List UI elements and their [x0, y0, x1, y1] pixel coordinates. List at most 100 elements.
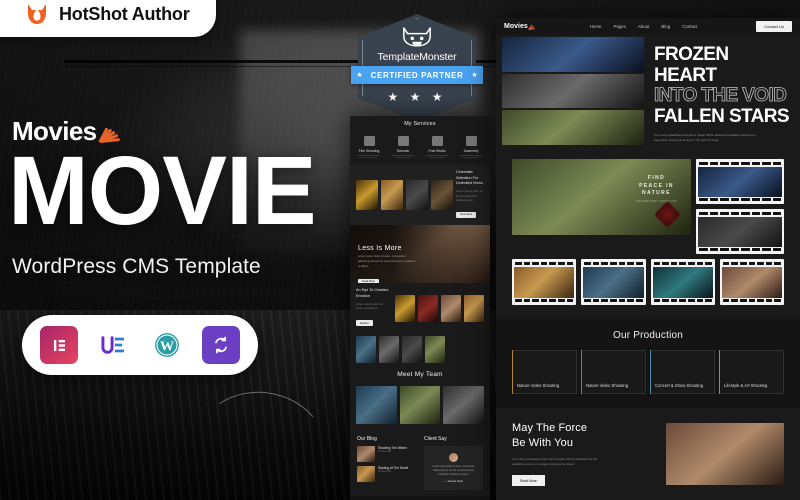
mid-testimonial-heading: Client Say	[424, 436, 483, 442]
contact-us-button[interactable]: Contact Us	[756, 21, 792, 32]
navbar-brand-text: Movies	[504, 23, 528, 30]
film-strip[interactable]	[512, 259, 576, 305]
movie-poster[interactable]	[464, 295, 484, 322]
movie-poster[interactable]	[402, 336, 422, 363]
film-strip[interactable]	[696, 159, 784, 204]
mid-poster-side-text: Cinematic Selection For Unlimited Views …	[456, 170, 484, 220]
mid-service-item[interactable]: Film Shooting	[356, 136, 382, 159]
movie-poster[interactable]	[418, 295, 438, 322]
side-title: Cinematic Selection For Unlimited Views	[456, 170, 484, 187]
production-card[interactable]: Nature Video Shooting	[581, 350, 646, 394]
camera-icon	[364, 136, 375, 146]
mid-service-item[interactable]: Retouch	[390, 136, 416, 159]
production-card-label: Nature Video Shooting	[517, 383, 559, 389]
hero-image	[502, 37, 644, 72]
production-card-label: Nature Video Shooting	[586, 383, 628, 389]
production-card[interactable]: Concert & Show Shooting	[650, 350, 715, 394]
badge-stars: ★ ★ ★	[358, 90, 476, 104]
film-frame	[583, 267, 643, 298]
testimonial-card: Lorem ipsum dolor sit amet, consectetur …	[424, 446, 483, 490]
mid-blog-testimonial: Our Blog Shooting The Winter 25 May 2021…	[350, 430, 490, 496]
card-accent	[650, 350, 651, 394]
team-member-photo[interactable]	[356, 386, 397, 424]
mid-service-item[interactable]: Post Studio	[424, 136, 450, 159]
mockup-middle-page: My Services Film Shooting Retouch Post S…	[350, 116, 490, 500]
hero-line-2: INTO THE VOID	[654, 86, 794, 107]
navbar-brand[interactable]: Movies	[504, 23, 536, 30]
movie-poster[interactable]	[381, 180, 403, 210]
feature-line-2: PEACE IN	[636, 183, 677, 191]
nav-item-home[interactable]: Home	[590, 24, 602, 29]
movie-poster[interactable]	[406, 180, 428, 210]
mid-poster-row-1: Cinematic Selection For Unlimited Views …	[350, 165, 490, 225]
hotshot-author-badge: HotShot Author	[0, 0, 216, 37]
divider	[395, 157, 411, 158]
team-member-photo[interactable]	[443, 386, 484, 424]
production-card[interactable]: Nature Video Shooting	[512, 350, 577, 394]
nav-item-pages[interactable]: Pages	[613, 24, 625, 29]
banner-content: Less Is More Lorem ipsum dolor sit amet,…	[358, 245, 416, 283]
banner-button[interactable]: Read More	[358, 279, 379, 284]
film-strip[interactable]	[720, 259, 784, 305]
seal-badge-icon	[654, 201, 681, 228]
nav-item-contact[interactable]: Contact	[682, 24, 697, 29]
gallery-feature-image[interactable]: FIND PEACE IN NATURE DOCUMENTARY SHORT F…	[512, 159, 691, 235]
mid-poster-side-text: An Eye To Creative Emotion Lorem ipsum d…	[356, 288, 392, 328]
mid-services-section: My Services	[350, 116, 490, 132]
force-image	[666, 423, 784, 485]
banner-desc: Lorem ipsum dolor sit amet, consectetur …	[358, 255, 416, 269]
blog-list-item[interactable]: Shooting The Winter 25 May 2021	[357, 446, 416, 462]
movie-poster[interactable]	[356, 336, 376, 363]
promo-title: MOVIE	[8, 144, 316, 237]
sprocket-holes	[583, 262, 643, 265]
divider	[463, 157, 479, 158]
view-more-button[interactable]: View More	[456, 212, 476, 218]
force-read-more-button[interactable]: Read More	[512, 475, 545, 486]
blog-list-item[interactable]: Starting At The World 18 May 2021	[357, 466, 416, 482]
hero-line-1: FROZEN HEART	[654, 45, 794, 86]
jetelements-icon	[94, 326, 132, 364]
side-title: An Eye To Creative Emotion	[356, 288, 389, 299]
film-frame	[722, 267, 782, 298]
mid-service-item[interactable]: Assembly	[458, 136, 484, 159]
movie-poster[interactable]	[441, 295, 461, 322]
nav-item-blog[interactable]: Blog	[661, 24, 670, 29]
hero-section: FROZEN HEART INTO THE VOID FALLEN STARS …	[496, 35, 800, 147]
production-heading: Our Production	[512, 330, 784, 341]
hero-image-stack	[496, 35, 644, 147]
mid-team-row	[350, 383, 490, 430]
explore-button[interactable]: Explore	[356, 320, 373, 326]
movie-poster[interactable]	[431, 180, 453, 210]
hero-description: It is a long established fact that a rea…	[654, 133, 762, 143]
movie-poster[interactable]	[356, 180, 378, 210]
force-title: May The Force Be With You	[512, 421, 654, 451]
team-member-photo[interactable]	[400, 386, 441, 424]
movie-poster[interactable]	[425, 336, 445, 363]
hero-image	[502, 74, 644, 109]
mid-team-section: Meet My Team	[350, 368, 490, 383]
film-strip[interactable]	[696, 209, 784, 254]
clapper-icon	[398, 136, 409, 146]
nav-item-about[interactable]: About	[638, 24, 649, 29]
feature-line-1: FIND	[636, 175, 677, 183]
force-line-1: May The Force	[512, 422, 587, 434]
film-fan-icon	[529, 24, 536, 30]
templatemonster-badge: TemplateMonster ★ CERTIFIED PARTNER ★ ★ …	[358, 14, 476, 122]
production-section: Our Production Nature Video Shooting Nat…	[496, 319, 800, 408]
mid-service-title: Film Shooting	[356, 149, 382, 153]
divider	[358, 155, 380, 156]
gallery-top-row: FIND PEACE IN NATURE DOCUMENTARY SHORT F…	[512, 159, 784, 254]
reel-icon	[432, 136, 443, 146]
mid-team-heading: Meet My Team	[357, 371, 483, 378]
mockup-right-page: Movies Home Pages About Blog Contact Con…	[496, 18, 800, 500]
blog-text: Shooting The Winter 25 May 2021	[378, 446, 407, 462]
production-card[interactable]: Lifestyle & Art Shooting	[719, 350, 784, 394]
movie-poster[interactable]	[395, 295, 415, 322]
film-strip[interactable]	[581, 259, 645, 305]
movie-poster[interactable]	[379, 336, 399, 363]
sprocket-holes	[698, 248, 782, 251]
divider	[392, 155, 414, 156]
film-strip[interactable]	[651, 259, 715, 305]
blog-date: 18 May 2021	[378, 471, 408, 475]
mid-services-heading: My Services	[357, 121, 483, 127]
